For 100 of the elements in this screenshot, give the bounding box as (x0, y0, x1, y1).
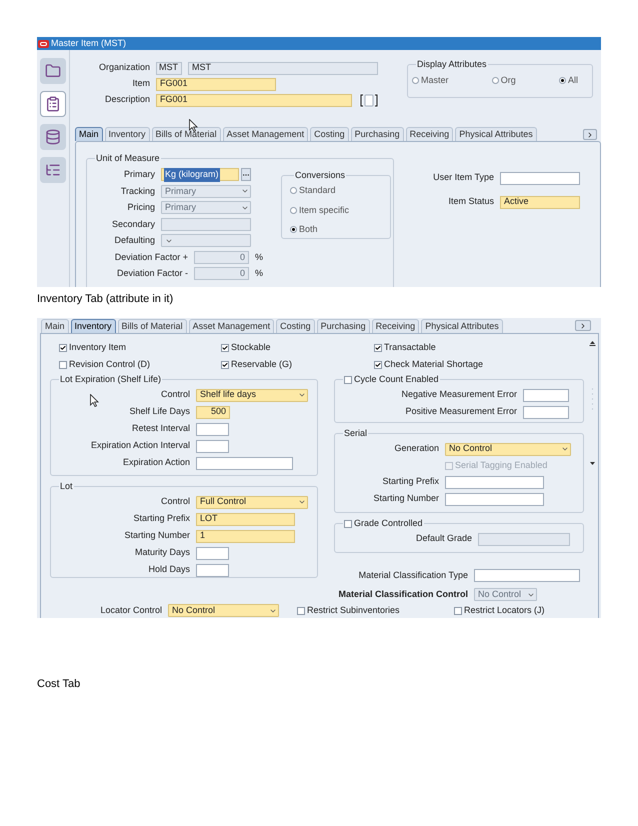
tab[interactable]: Asset Management (188, 319, 274, 333)
toolbar-button[interactable] (40, 157, 66, 183)
text-field[interactable] (196, 456, 293, 470)
field-label: Expiration Action (122, 456, 190, 470)
dropdown-field[interactable]: Shelf life days (196, 388, 308, 402)
tree-list-icon (45, 162, 61, 178)
field-label: Retest Interval (132, 422, 190, 436)
field-label: Generation (394, 442, 439, 456)
mouse-pointer-icon (189, 119, 198, 132)
tab[interactable]: Physical Attributes (455, 127, 537, 141)
dropdown-field[interactable]: No Control (445, 442, 571, 456)
tab[interactable]: Costing (276, 319, 315, 333)
checkbox[interactable] (221, 344, 229, 352)
radio-button[interactable] (290, 187, 298, 194)
scrollbar[interactable] (588, 339, 597, 467)
toolbar-button[interactable] (40, 124, 66, 150)
text-field[interactable] (196, 564, 229, 576)
tab[interactable]: Main (41, 319, 69, 333)
text-field[interactable] (196, 422, 229, 436)
checkbox[interactable] (374, 344, 382, 352)
dropdown-field[interactable]: Full Control (196, 496, 308, 508)
radio-button[interactable] (412, 76, 419, 84)
checkbox-label: Restrict Subinventories (307, 604, 400, 617)
field-label: Positive Measurement Error (405, 405, 517, 418)
text-field[interactable]: 500 (196, 406, 230, 418)
folder-icon (45, 63, 61, 79)
text-field[interactable] (445, 492, 544, 506)
checkbox[interactable] (297, 606, 305, 614)
checkbox-label: Restrict Locators (J) (464, 604, 545, 617)
tab[interactable]: Main (75, 127, 103, 141)
text-field[interactable]: FG001 (156, 78, 276, 90)
tab[interactable]: Physical Attributes (421, 319, 503, 333)
field-label: Expiration Action Interval (90, 439, 190, 452)
tab[interactable]: Purchasing (316, 319, 370, 333)
field-label: Control (160, 495, 190, 508)
field-label: Starting Prefix (382, 475, 439, 488)
field-label: Starting Prefix (133, 512, 190, 526)
text-field[interactable]: Kg (kilogram) (161, 168, 239, 182)
list-of-values-button[interactable] (241, 168, 251, 182)
checkbox[interactable] (454, 606, 462, 614)
text-field[interactable] (474, 569, 580, 582)
toolbar-button[interactable] (40, 58, 66, 84)
text-field[interactable] (500, 172, 580, 184)
tab[interactable]: Inventory (104, 127, 150, 141)
text-field[interactable] (523, 406, 569, 418)
caption: Inventory Tab (attribute in it) (37, 292, 174, 307)
field-label: Description (104, 93, 150, 106)
text-field[interactable] (445, 476, 544, 488)
checkbox[interactable] (344, 376, 352, 384)
text-field[interactable] (523, 388, 569, 402)
field-label: Deviation Factor - (116, 267, 188, 280)
dropdown-field[interactable]: No Control (168, 604, 279, 617)
checkbox-label: Stockable (231, 340, 271, 354)
radio-button[interactable] (290, 226, 298, 234)
tab[interactable]: Receiving (372, 319, 420, 333)
field-label: Starting Number (124, 529, 190, 542)
text-field[interactable]: MST (156, 62, 182, 74)
radio-button[interactable] (492, 76, 499, 84)
checkbox[interactable] (59, 360, 67, 368)
text-field[interactable]: FG001 (156, 94, 352, 106)
text-field[interactable]: Active (500, 196, 580, 208)
tab[interactable]: Bills of Material (152, 127, 221, 141)
checkbox[interactable] (344, 520, 352, 528)
field-label: Defaulting (114, 234, 155, 247)
app-logo-icon (38, 40, 49, 48)
text-field[interactable] (196, 546, 229, 560)
radio-label: Master (421, 74, 449, 86)
field-label: Starting Number (373, 492, 439, 506)
mouse-pointer-icon (90, 394, 99, 407)
checkbox-label: Inventory Item (69, 340, 126, 354)
flexfield-button[interactable] (360, 94, 378, 106)
checkbox[interactable] (374, 360, 382, 368)
group-title: Lot Expiration (Shelf Life) (60, 374, 162, 384)
tab[interactable]: Inventory (70, 319, 116, 333)
radio-label: Both (299, 223, 318, 236)
tab[interactable]: Receiving (406, 127, 454, 141)
field-label: Tracking (120, 184, 155, 198)
field-label: Primary (124, 168, 155, 181)
text-field[interactable]: LOT (196, 512, 295, 526)
checkbox[interactable] (59, 344, 67, 352)
checkbox-label: Grade Controlled (354, 517, 423, 530)
field-label: Item Status (448, 195, 494, 208)
field-label: Locator Control (100, 604, 162, 617)
tab[interactable]: Bills of Material (118, 319, 187, 333)
unit-label: % (255, 267, 264, 280)
radio-button[interactable] (290, 206, 298, 214)
text-field[interactable] (196, 440, 229, 452)
text-field[interactable]: 1 (196, 530, 295, 542)
scroll-right-button[interactable] (583, 129, 597, 140)
tab[interactable]: Costing (310, 127, 349, 141)
toolbar-button[interactable] (40, 91, 66, 117)
checkbox-label: Check Material Shortage (384, 358, 484, 371)
tab[interactable]: Asset Management (222, 127, 308, 141)
checkbox[interactable] (221, 360, 229, 368)
tab[interactable]: Purchasing (350, 127, 404, 141)
checkbox-label: Reservable (G) (231, 358, 292, 371)
field-label: Material Classification Type (358, 568, 468, 582)
text-field[interactable]: MST (188, 62, 378, 74)
radio-button[interactable] (558, 76, 566, 84)
scroll-right-button[interactable] (575, 320, 591, 331)
